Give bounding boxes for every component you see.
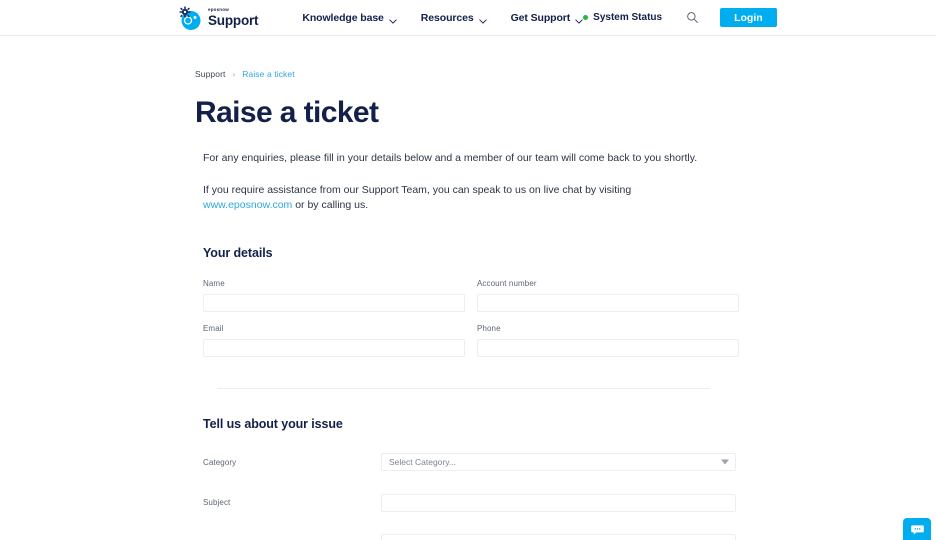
nav-item-resources[interactable]: Resources [421,12,487,24]
breadcrumb-separator: › [232,69,236,79]
page-content: Support › Raise a ticket Raise a ticket … [0,36,936,540]
email-input[interactable] [203,338,465,357]
status-indicator-dot [583,15,589,20]
logo-brand-main: Support [208,12,259,28]
category-label: Category [203,457,237,467]
logo-brand-small: eposnow [208,7,229,12]
nav-item-label: Get Support [510,11,571,24]
eposnow-link[interactable]: www.eposnow.com [203,199,292,211]
field-phone: Phone [477,324,739,357]
gear-cog-logo-icon [178,5,204,31]
account-number-input[interactable] [477,293,739,312]
page-title: Raise a ticket [195,96,379,129]
description-label: Description [203,534,381,540]
description-textarea[interactable] [381,533,736,540]
field-label-phone: Phone [477,323,501,333]
category-select[interactable]: Select Category... [381,452,736,471]
search-icon[interactable] [684,10,700,26]
chevron-down-icon [478,15,487,24]
field-label-email: Email [203,323,224,333]
site-logo[interactable]: eposnow Support [178,5,259,31]
breadcrumb-item-raise-a-ticket[interactable]: Raise a ticket [242,69,294,79]
breadcrumb: Support › Raise a ticket [195,36,748,79]
field-label-name: Name [203,278,225,288]
subject-label: Subject [203,497,231,507]
header-actions: System Status Login [583,8,777,27]
chat-widget-button[interactable] [903,518,931,540]
section-divider [217,387,710,389]
row-subject: Subject [203,493,748,512]
nav-item-knowledge-base[interactable]: Knowledge base [302,11,397,24]
login-button[interactable]: Login [720,8,777,27]
chevron-down-icon [575,15,583,24]
phone-input[interactable] [477,338,739,357]
site-header: eposnow Support Knowledge base Resources… [0,0,936,36]
row-description: Description [203,533,748,540]
issue-section: Tell us about your issue Category Select… [195,417,748,540]
name-input[interactable] [203,293,465,312]
field-email: Email [203,324,465,357]
chat-bubble-icon [910,522,925,540]
intro-paragraph-2-tail: or by calling us. [292,199,369,212]
system-status-label: System Status [593,12,663,23]
intro-paragraph-2-text: If you require assistance from our Suppo… [203,184,632,197]
subject-input[interactable] [381,493,736,512]
field-account-number: Account number [477,279,739,312]
system-status-link[interactable]: System Status [583,12,662,23]
category-select-value: Select Category... [389,456,456,467]
nav-item-label: Knowledge base [302,11,384,24]
main-navigation: Knowledge base Resources Get Support [302,12,583,24]
field-name: Name [203,279,465,312]
row-category: Category Select Category... [203,452,748,471]
issue-section-title: Tell us about your issue [203,416,343,431]
nav-item-get-support[interactable]: Get Support [511,12,584,24]
nav-item-label: Resources [420,11,474,24]
intro-paragraph-1: For any enquiries, please fill in your d… [203,152,698,164]
chevron-down-icon [389,15,397,24]
your-details-fields: Name Account number Email Phone [203,279,748,357]
your-details-section: Your details Name Account number Email P… [195,246,748,357]
your-details-title: Your details [203,245,273,260]
intro-paragraph-2: If you require assistance from our Suppo… [203,183,748,213]
intro-text: For any enquiries, please fill in your d… [195,151,748,214]
breadcrumb-item-support[interactable]: Support [195,69,225,79]
field-label-account-number: Account number [477,278,537,288]
